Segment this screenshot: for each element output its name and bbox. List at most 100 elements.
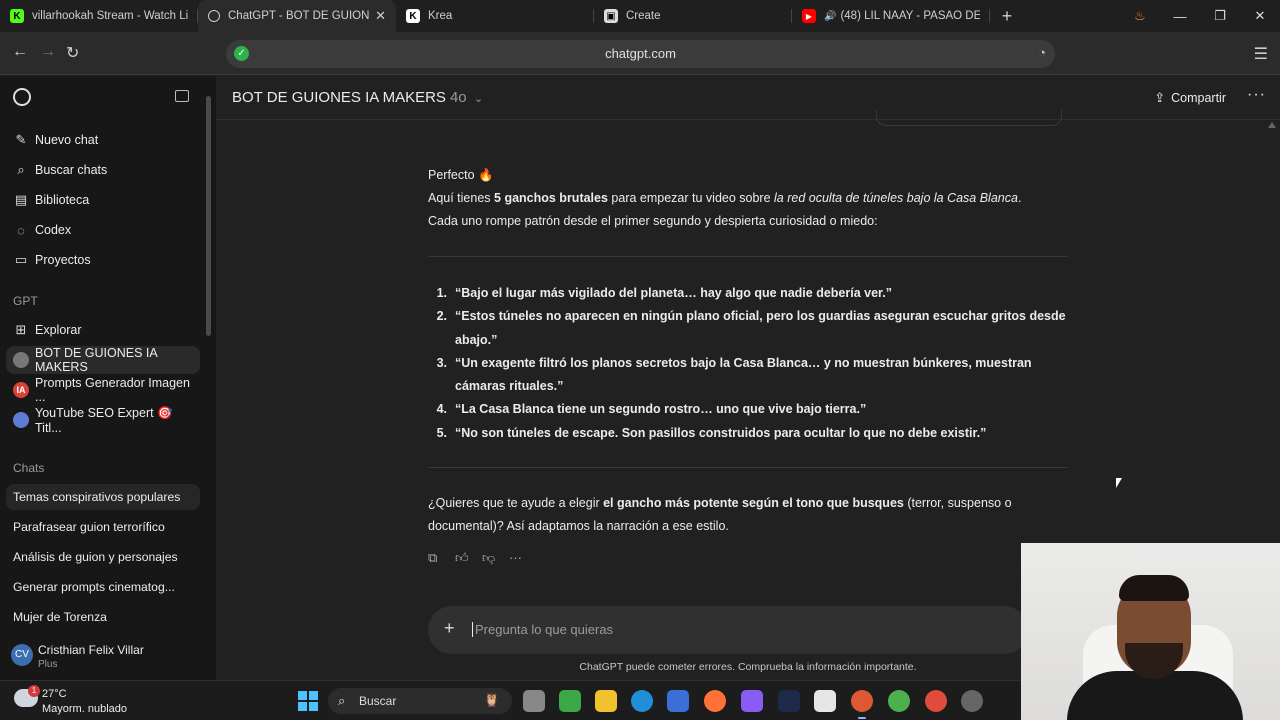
sidebar-item-label: Proyectos [35,253,91,267]
app-icon[interactable] [778,690,800,712]
search-label: Buscar [359,694,397,708]
copy-icon[interactable]: ⧉ [428,550,455,566]
kick-icon: K [10,9,24,23]
user-name: Cristhian Felix Villar [38,643,144,657]
chat-bubble-icon[interactable]: ◔ [1038,45,1046,60]
sidebar-section-chats: Chats [13,461,45,475]
browser-menu-icon[interactable]: ☰ [1254,44,1268,64]
scroll-up-arrow-icon[interactable] [1268,122,1276,128]
browser-tab-create[interactable]: ▣ Create [594,0,792,32]
user-plan: Plus [38,659,58,670]
chat-item[interactable]: Mujer de Torenza [6,604,200,630]
chrome-icon[interactable] [888,690,910,712]
more-options-icon[interactable]: ··· [1247,86,1266,104]
forward-arrow-icon[interactable]: → [40,43,56,61]
chevron-down-icon: ⌄ [473,93,484,105]
search-icon: ⌕ [338,693,346,708]
chat-header: BOT DE GUIONES IA MAKERS 4o ⌄ ⇪ Compartir… [216,76,1280,120]
address-bar[interactable]: ✓ chatgpt.com ◔ [226,40,1055,68]
url-text: chatgpt.com [605,46,676,61]
list-item: 2. “Estos túneles no aparecen en ningún p… [436,309,1066,347]
weather-description: Mayorm. nublado [42,703,127,715]
sidebar-item-codex[interactable]: ◌ Codex [6,216,200,244]
firefox-icon[interactable] [704,690,726,712]
capcut-icon[interactable] [814,690,836,712]
thumbs-up-icon[interactable]: 👍︎ [455,550,482,566]
tab-title: villarhookah Stream - Watch Live o [32,10,188,22]
copilot-icon[interactable] [741,690,763,712]
attach-plus-icon[interactable]: + [444,618,455,639]
compose-icon: ✎ [15,132,27,147]
windows-start-icon[interactable] [298,691,318,711]
restore-button[interactable]: ❐ [1200,8,1240,24]
chatgpt-logo-icon[interactable] [13,88,31,106]
temperature: 27°C [42,688,67,700]
sidebar-item-new-chat[interactable]: ✎ Nuevo chat [6,126,200,154]
divider [428,467,1068,468]
mouse-cursor [1116,478,1122,488]
prompts-avatar: IA [13,382,29,398]
prompt-input[interactable]: Pregunta lo que quieras [472,622,613,637]
file-explorer-icon[interactable] [595,690,617,712]
task-view-icon[interactable] [523,690,545,712]
browser-tab-kick[interactable]: K villarhookah Stream - Watch Live o [0,0,198,32]
store-icon[interactable] [667,690,689,712]
thumbs-down-icon[interactable]: 👎︎ [482,550,509,566]
sidebar-item-projects[interactable]: ▭ Proyectos [6,246,200,274]
sidebar-section-gpt: GPT [13,294,38,308]
grid-icon: ⊞ [15,322,27,337]
sidebar-item-explore[interactable]: ⊞ Explorar [6,316,200,344]
new-tab-button[interactable]: + [990,6,1024,27]
minimize-button[interactable]: — [1160,9,1200,24]
previous-message-edge [876,110,1062,126]
chat-item[interactable]: Generar prompts cinematog... [6,574,200,600]
chatgpt-icon [208,10,220,22]
share-button[interactable]: ⇪ Compartir [1154,90,1226,106]
taskbar-search[interactable]: ⌕ Buscar 🦉 [328,688,512,714]
browser-tab-youtube[interactable]: ▶ 🔊 (48) LIL NAAY - PASAO DE FAR [792,0,990,32]
sidebar-item-label: Buscar chats [35,163,108,177]
sidebar-item-label: Codex [35,223,72,237]
reload-icon[interactable]: ↻ [66,43,79,63]
sidebar-item-label: BOT DE GUIONES IA MAKERS [35,346,158,374]
sidebar-item-prompts-generador[interactable]: IA Prompts Generador Imagen ... [6,376,200,404]
more-actions-icon[interactable]: ··· [509,550,536,566]
os-taskbar: 1 27°C Mayorm. nublado ⌕ Buscar 🦉 [0,680,1021,720]
sidebar-toggle-icon[interactable] [175,90,189,102]
webcam-overlay [1021,543,1280,720]
close-window-button[interactable]: ✕ [1240,8,1280,24]
chat-item[interactable]: Parafrasear guion terrorífico [6,514,200,540]
settings-gear-icon[interactable] [961,690,983,712]
chat-item[interactable]: Análisis de guion y personajes [6,544,200,570]
sidebar-item-search-chats[interactable]: ⌕ Buscar chats [6,156,200,184]
chrome-profile-icon[interactable] [925,690,947,712]
edge-icon[interactable] [631,690,653,712]
model-label: 4o [449,89,467,106]
browser-tab-chatgpt[interactable]: ChatGPT - BOT DE GUIONES IA ✕ [198,0,396,32]
gpt-selector[interactable]: BOT DE GUIONES IA MAKERS 4o ⌄ [232,89,483,106]
sidebar-item-youtube-seo[interactable]: YouTube SEO Expert 🎯 Titl... [6,405,200,435]
flame-icon[interactable]: ♨ [1120,8,1160,24]
codex-icon: ◌ [17,222,25,238]
folder-icon: ▭ [14,252,28,267]
chat-item[interactable]: Temas conspirativos populares [6,484,200,510]
back-arrow-icon[interactable]: ← [12,43,28,61]
window-controls: ♨ — ❐ ✕ [1120,0,1280,32]
user-profile[interactable]: CV Cristhian Felix Villar Plus [0,636,216,680]
list-item: 5. “No son túneles de escape. Son pasillo… [436,425,987,440]
search-icon: ⌕ [17,162,25,177]
duckduckgo-icon[interactable] [851,690,873,719]
tab-title: ChatGPT - BOT DE GUIONES IA [228,10,370,22]
browser-tab-krea[interactable]: K Krea [396,0,594,32]
tab-title: Create [626,10,661,22]
message-composer[interactable]: + Pregunta lo que quieras 🎙︎ [428,606,1036,654]
sidebar-item-library[interactable]: ▤ Biblioteca [6,186,200,214]
sidebar-item-bot-guiones[interactable]: BOT DE GUIONES IA MAKERS [6,346,200,374]
sidebar-item-label: YouTube SEO Expert 🎯 Titl... [35,405,173,435]
library-icon: ▤ [14,192,28,207]
sidebar-scrollbar[interactable] [206,96,211,336]
sidebar-item-label: Biblioteca [35,193,90,207]
close-tab-icon[interactable]: ✕ [375,8,386,24]
avatar: CV [11,644,33,666]
lock-app-icon[interactable] [559,690,581,712]
